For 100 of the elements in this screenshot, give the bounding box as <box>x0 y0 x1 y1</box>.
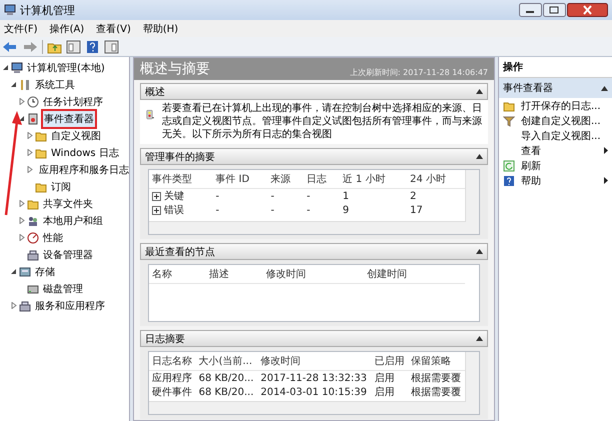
column-header[interactable]: 修改时间 <box>263 265 364 284</box>
action-item[interactable]: 打开保存的日志... <box>521 98 608 112</box>
column-header[interactable]: 已启用 <box>372 352 408 370</box>
action-group-header[interactable]: 事件查看器 <box>499 78 612 98</box>
column-header[interactable]: 日志名称 <box>149 352 196 370</box>
action-item[interactable]: 查看 <box>521 144 598 158</box>
pane-title: 概述与摘要 <box>140 60 210 78</box>
description-text: 若要查看已在计算机上出现的事件，请在控制台树中选择相应的来源、日志或自定义视图节点。管理事件自定义试图包括所有管理事件，而与来源无关。以下所示为所有日志的集合视图 <box>162 102 482 142</box>
collapsed-triangle-icon[interactable] <box>26 149 32 156</box>
computer-icon <box>4 4 16 16</box>
table-cell: 2 <box>406 188 465 203</box>
users-icon <box>27 214 39 226</box>
tree-item[interactable]: Windows 日志 <box>49 144 121 162</box>
maximize-button[interactable] <box>543 3 566 17</box>
table-cell-text: 17 <box>408 204 424 217</box>
table-cell-text: 68 KB/20... <box>198 386 255 399</box>
back-arrow-icon[interactable] <box>2 40 18 54</box>
vertical-scrollbar[interactable] <box>465 352 479 414</box>
section-header[interactable]: 管理事件的摘要 <box>140 148 488 165</box>
tree-item[interactable]: 自定义视图 <box>49 126 103 144</box>
minimize-button[interactable] <box>519 3 542 17</box>
expanded-triangle-icon[interactable] <box>2 64 8 71</box>
column-header[interactable]: 近 1 小时 <box>340 170 407 188</box>
column-header[interactable]: 事件类型 <box>149 170 213 188</box>
tree-item[interactable]: 性能 <box>41 228 65 246</box>
column-header[interactable]: 创建时间 <box>364 265 465 284</box>
forward-arrow-icon[interactable] <box>22 40 38 54</box>
menu-item[interactable]: 查看(V) <box>96 22 131 36</box>
table-cell-text: 错误 <box>164 204 184 217</box>
table-cell: 68 KB/20... <box>196 370 258 385</box>
gauge-icon <box>27 232 39 244</box>
tree-item[interactable]: 设备管理器 <box>41 246 95 264</box>
folder-icon <box>35 180 47 192</box>
vertical-scrollbar[interactable] <box>465 170 479 234</box>
table-cell: 应用程序 <box>149 370 196 385</box>
menu-item[interactable]: 操作(A) <box>50 22 84 36</box>
expand-box-icon[interactable] <box>152 192 161 200</box>
action-item[interactable]: 创建自定义视图... <box>521 114 608 128</box>
table-cell: 启用 <box>372 370 408 385</box>
folder-icon <box>35 146 47 158</box>
horizontal-scrollbar[interactable] <box>149 221 466 234</box>
collapsed-triangle-icon[interactable] <box>18 200 24 207</box>
tree-item[interactable]: 计算机管理(本地) <box>25 58 107 76</box>
table-cell: - <box>212 188 268 203</box>
tree-item[interactable]: 本地用户和组 <box>41 212 105 230</box>
collapse-arrow-icon <box>476 89 483 94</box>
section-header[interactable]: 概述 <box>140 83 488 100</box>
tree-item[interactable]: 磁盘管理 <box>41 280 85 298</box>
horizontal-scrollbar[interactable] <box>149 401 466 414</box>
column-header[interactable]: 来源 <box>268 170 304 188</box>
menu-item[interactable]: 帮助(H) <box>142 22 178 36</box>
tree-item[interactable]: 应用程序和服务日志 <box>37 160 129 178</box>
console-tree-icon[interactable] <box>66 40 81 54</box>
collapsed-triangle-icon[interactable] <box>26 132 32 139</box>
table-cell-text: 9 <box>342 204 350 217</box>
column-header[interactable]: 事件 ID <box>212 170 268 188</box>
tree-item[interactable]: 系统工具 <box>33 76 77 94</box>
expanded-triangle-icon[interactable] <box>10 81 16 88</box>
column-header[interactable]: 修改时间 <box>258 352 372 370</box>
device-icon <box>27 248 39 260</box>
event-viewer-icon <box>27 112 39 124</box>
table-cell-text: 2014-03-01 10:15:39 <box>260 386 368 399</box>
tree-item[interactable]: 订阅 <box>49 178 73 196</box>
action-item[interactable]: 导入自定义视图... <box>521 128 608 142</box>
collapsed-triangle-icon[interactable] <box>18 98 24 105</box>
table-cell-text: - <box>270 204 276 217</box>
tree-item[interactable]: 服务和应用程序 <box>33 296 107 314</box>
column-header[interactable]: 日志 <box>304 170 340 188</box>
collapsed-triangle-icon[interactable] <box>26 166 32 173</box>
tree-item[interactable]: 存储 <box>33 262 57 280</box>
table-cell: - <box>268 188 304 203</box>
section-title: 日志摘要 <box>145 332 185 346</box>
collapse-arrow-icon <box>476 154 483 159</box>
collapsed-triangle-icon[interactable] <box>10 302 16 309</box>
action-item[interactable]: 帮助 <box>521 174 598 188</box>
section-title: 概述 <box>145 86 165 98</box>
section-title: 管理事件的摘要 <box>145 150 215 164</box>
action-item[interactable]: 刷新 <box>521 158 608 172</box>
expanded-triangle-icon[interactable] <box>10 268 16 275</box>
menu-item[interactable]: 文件(F) <box>4 22 38 36</box>
table-cell-text: 启用 <box>374 386 396 399</box>
section-title: 最近查看的节点 <box>145 246 215 258</box>
collapsed-triangle-icon[interactable] <box>18 234 24 241</box>
action-pane-icon[interactable] <box>104 40 119 54</box>
computer-icon <box>11 62 23 74</box>
column-header[interactable]: 名称 <box>149 265 206 284</box>
column-header[interactable]: 大小(当前... <box>196 352 258 370</box>
help-icon[interactable] <box>85 40 100 54</box>
close-button[interactable] <box>567 3 608 17</box>
tree-item[interactable]: 任务计划程序 <box>41 92 105 110</box>
section-header[interactable]: 日志摘要 <box>140 330 488 347</box>
help-icon <box>503 174 515 186</box>
tree-item[interactable]: 事件查看器 <box>41 108 97 128</box>
tools-icon <box>19 78 31 90</box>
filter-icon <box>503 114 515 126</box>
tree-item[interactable]: 共享文件夹 <box>41 194 95 212</box>
section-header[interactable]: 最近查看的节点 <box>140 243 488 260</box>
expand-box-icon[interactable] <box>152 206 161 214</box>
collapsed-triangle-icon[interactable] <box>18 217 24 224</box>
column-header[interactable]: 描述 <box>206 265 264 284</box>
